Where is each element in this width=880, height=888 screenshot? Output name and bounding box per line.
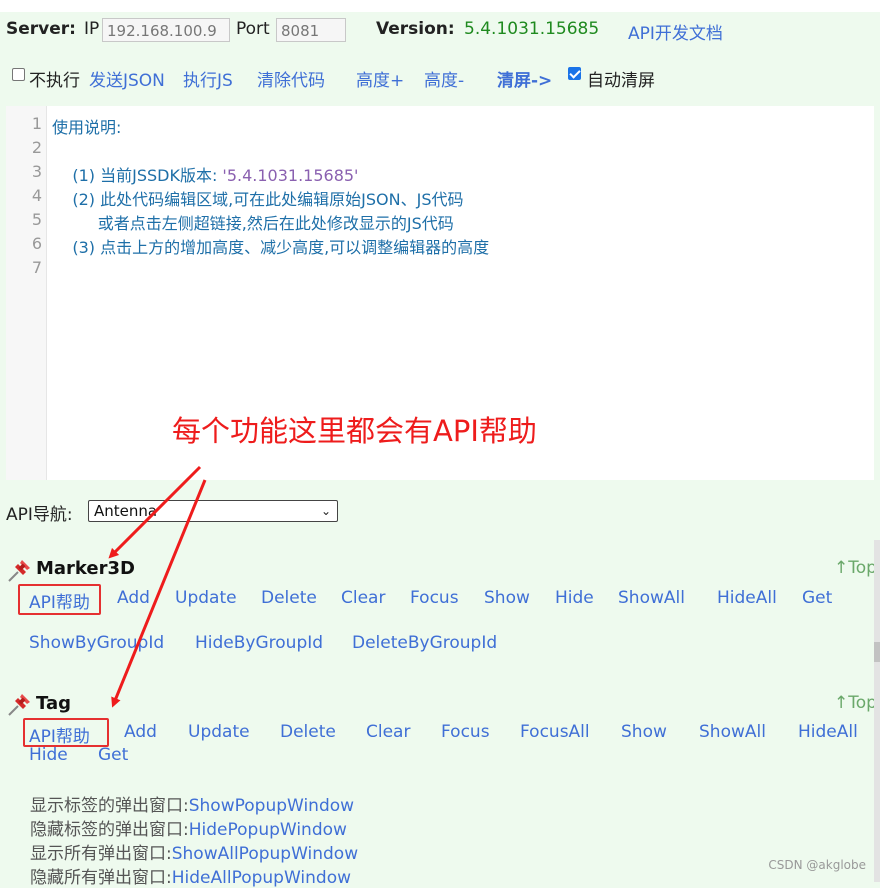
arrow-to-tag [111,479,207,708]
arrow-to-marker3d [108,465,202,559]
watermark: CSDN @akglobe [768,858,866,872]
annotation-arrows [108,465,207,708]
